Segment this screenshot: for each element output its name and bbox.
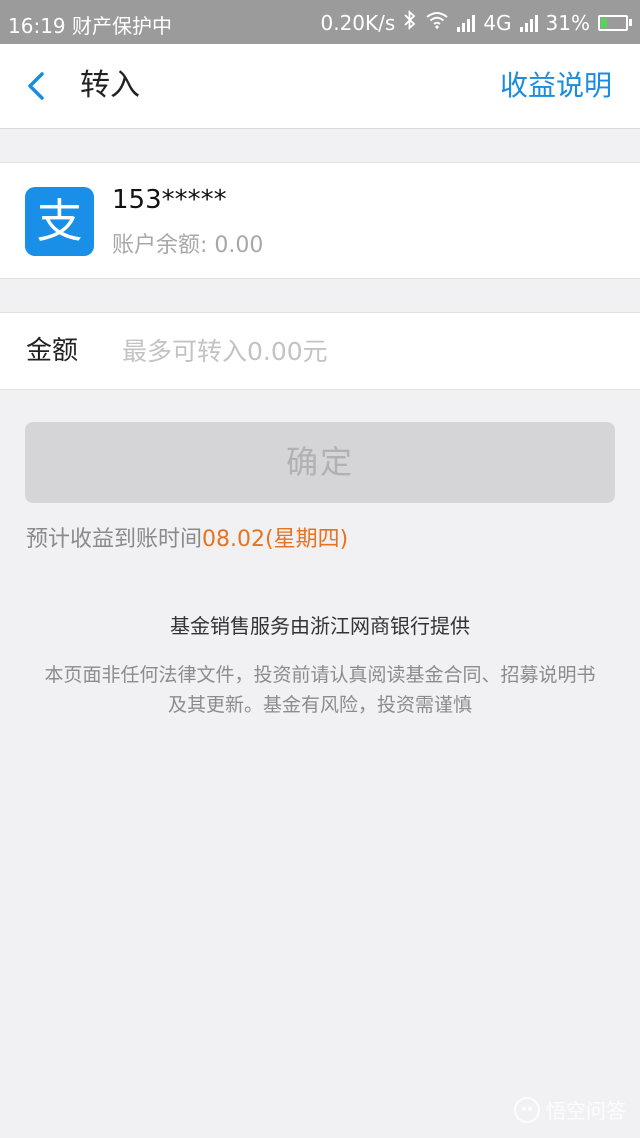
- account-card[interactable]: 支 153***** 账户余额: 0.00: [0, 162, 640, 279]
- disclaimer-text: 本页面非任何法律文件，投资前请认真阅读基金合同、招募说明书及其更新。基金有风险，…: [44, 664, 596, 716]
- earnings-info-link[interactable]: 收益说明: [500, 64, 612, 108]
- battery-icon: [598, 14, 632, 31]
- status-bar: 16:19 财产保护中 0.20K/s 4G 31%: [0, 0, 640, 44]
- amount-label: 金额: [26, 336, 79, 366]
- confirm-button[interactable]: 确定: [25, 422, 615, 503]
- account-balance: 账户余额: 0.00: [112, 233, 264, 258]
- amount-row: 金额: [0, 312, 640, 390]
- amount-input[interactable]: [122, 327, 602, 375]
- battery-body: [598, 14, 628, 31]
- signal-bars-icon-2: [519, 14, 538, 32]
- back-button[interactable]: [22, 64, 62, 108]
- estimate-prefix: 预计收益到账时间: [26, 527, 203, 552]
- wifi-icon: [425, 11, 449, 34]
- watermark: 悟空问答: [514, 1095, 626, 1124]
- alipay-logo-icon: 支: [25, 187, 94, 256]
- battery-level: [601, 17, 608, 28]
- status-left: 16:19 财产保护中: [8, 10, 172, 39]
- fund-provider-text: 基金销售服务由浙江网商银行提供: [170, 614, 470, 638]
- watermark-text: 悟空问答: [546, 1099, 626, 1123]
- bluetooth-icon: [403, 9, 417, 35]
- page-title: 转入: [80, 68, 140, 103]
- battery-percent: 31%: [545, 10, 590, 35]
- network-type: 4G: [483, 10, 512, 35]
- chevron-left-icon: [28, 72, 44, 100]
- status-right: 0.20K/s 4G 31%: [320, 9, 632, 35]
- nav-bar: 转入 收益说明: [0, 44, 640, 129]
- status-notice: 财产保护中: [72, 14, 172, 38]
- estimate-date: 08.02(星期四): [202, 527, 349, 552]
- signal-bars-icon: [457, 14, 476, 32]
- estimate-arrival: 预计收益到账时间08.02(星期四): [26, 524, 348, 556]
- status-time: 16:19: [8, 14, 66, 38]
- account-name: 153*****: [112, 185, 227, 215]
- wukong-logo-icon: [514, 1096, 540, 1123]
- network-speed: 0.20K/s: [320, 10, 396, 35]
- battery-tip: [629, 19, 632, 26]
